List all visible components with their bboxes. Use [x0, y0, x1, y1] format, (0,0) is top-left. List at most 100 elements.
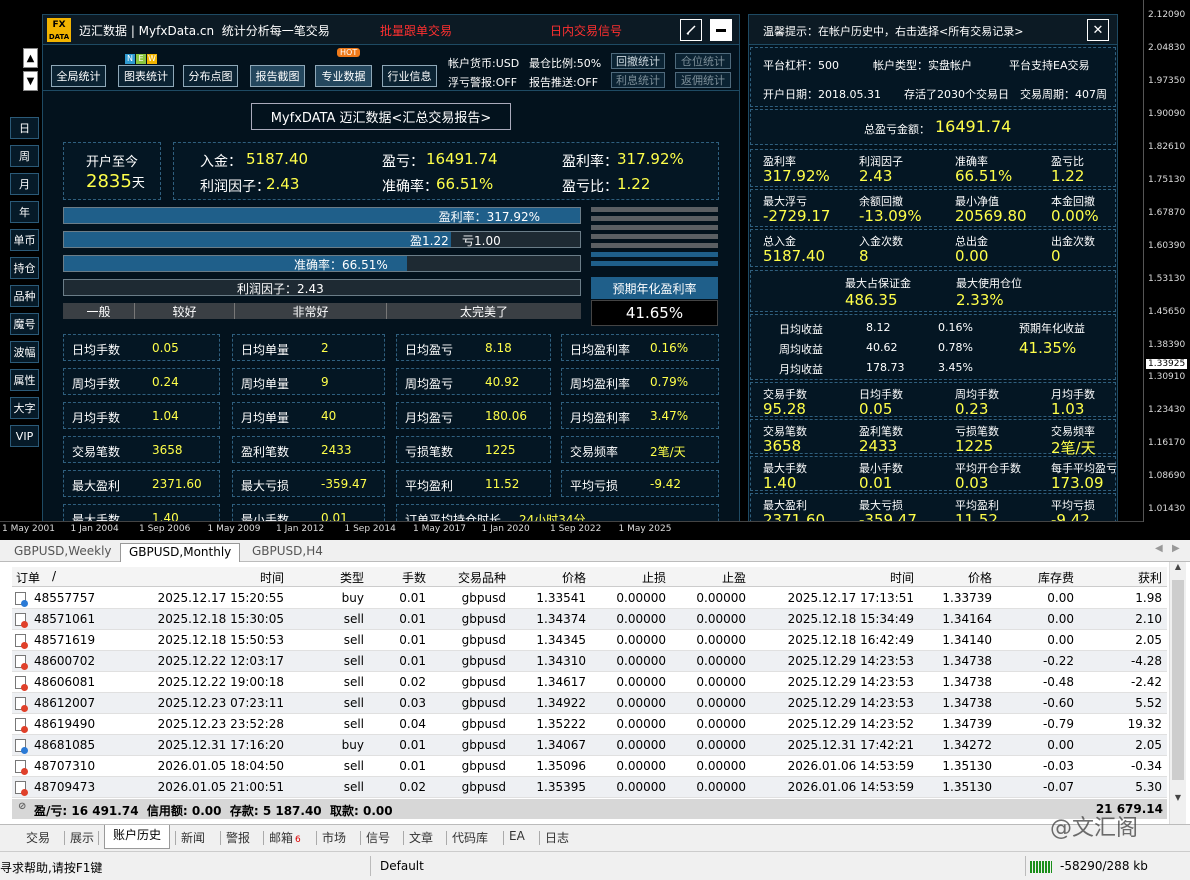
price-tick: 1.60390 [1148, 241, 1186, 251]
table-row[interactable]: 48681085 2025.12.31 17:16:20 buy 0.01 gbpusd… [12, 735, 1167, 756]
interest-stats-button[interactable]: 利息统计 [611, 72, 665, 88]
stat-cell: 最大亏损 -359.47 [232, 470, 385, 497]
chart-area[interactable]: ▲ ▼ 日周月年单币 持仓 品种 魔号 波幅 属性 大字 VIP FX DATA 迈汇数据 |… [0, 0, 1190, 540]
order-icon [15, 739, 28, 754]
terminal-tab[interactable]: EA [509, 829, 525, 843]
table-row[interactable]: 48707310 2026.01.05 18:04:50 sell 0.01 gbpus… [12, 756, 1167, 777]
column-header[interactable]: 交易品种 [430, 569, 506, 586]
tab-gbpusd-h4[interactable]: GBPUSD,H4 [244, 543, 331, 562]
rr-value: 1.22 [617, 175, 651, 193]
table-cell: buy [341, 738, 364, 752]
column-header[interactable]: 手数 [368, 569, 426, 586]
table-row[interactable]: 48571619 2025.12.18 15:50:53 sell 0.01 gbpus… [12, 630, 1167, 651]
column-header[interactable]: 类型 [292, 569, 364, 586]
table-cell: 0.00 [1047, 738, 1074, 752]
column-header[interactable]: 止损 [590, 569, 666, 586]
accuracy-bar: 准确率：66.51% [63, 255, 581, 272]
order-icon [15, 718, 28, 733]
side-button-1[interactable]: 周 [10, 145, 39, 167]
terminal-tab[interactable]: 代码库 [452, 829, 488, 846]
side-button-11[interactable]: VIP [10, 425, 39, 447]
pf-bar-text: 利润因子：2.43 [237, 282, 324, 296]
table-row[interactable]: 48600702 2025.12.22 12:03:17 sell 0.01 gbpus… [12, 651, 1167, 672]
terminal-tab[interactable]: 新闻 [181, 829, 205, 846]
max-position-ratio: 最仓比例:50% [529, 57, 602, 70]
side-button-9[interactable]: 属性 [10, 369, 39, 391]
column-header[interactable]: 时间 [752, 569, 914, 586]
nav-down-button[interactable]: ▼ [23, 71, 38, 91]
side-button-8[interactable]: 波幅 [10, 341, 39, 363]
intraday-signal-link[interactable]: 日内交易信号 [550, 22, 622, 39]
side-button-6[interactable]: 品种 [10, 285, 39, 307]
column-header[interactable]: / [52, 569, 72, 583]
hot-badge: HOT [337, 48, 361, 57]
terminal-tab[interactable]: 文章 [409, 829, 433, 846]
terminal-tab[interactable]: 信号 [366, 829, 390, 846]
table-scrollbar[interactable]: ▲ ▼ [1169, 562, 1186, 824]
tab-scroll-right-icon[interactable]: ▶ [1172, 543, 1180, 554]
tool-global-stats[interactable]: 全局统计 [51, 65, 106, 87]
column-header[interactable]: 价格 [918, 569, 992, 586]
batch-copy-link[interactable]: 批量跟单交易 [380, 22, 452, 39]
terminal-tab[interactable]: 市场 [322, 829, 346, 846]
terminal-tab[interactable]: 日志 [545, 829, 569, 846]
stat-label: 日均单量 [241, 343, 290, 357]
tool-chart-stats[interactable]: 图表统计 [118, 65, 174, 87]
metric-value: 3658 [763, 437, 802, 455]
column-header[interactable]: 订单 [16, 569, 86, 586]
tab-scroll-left-icon[interactable]: ◀ [1155, 543, 1163, 554]
minimize-button[interactable] [710, 19, 732, 41]
tool-report-screenshot[interactable]: 报告截图 [250, 65, 305, 87]
side-button-5[interactable]: 持仓 [10, 257, 39, 279]
nav-up-button[interactable]: ▲ [23, 48, 38, 68]
column-header[interactable]: 获利 [1078, 569, 1162, 586]
scroll-up-icon[interactable]: ▲ [1170, 562, 1186, 578]
table-row[interactable]: 48619490 2025.12.23 23:52:28 sell 0.04 gbpus… [12, 714, 1167, 735]
avg-box: 日均收益 8.12 0.16% 周均收益 40.62 0.78% 月均收益 178.73 3.4… [750, 314, 1116, 380]
close-button[interactable]: ✕ [1087, 19, 1109, 41]
drawdown-stats-button[interactable]: 回撤统计 [611, 53, 665, 69]
column-header[interactable]: 价格 [510, 569, 586, 586]
tab-gbpusd-weekly[interactable]: GBPUSD,Weekly [6, 543, 120, 562]
side-button-3[interactable]: 年 [10, 201, 39, 223]
position-stats-button[interactable]: 仓位统计 [675, 53, 731, 69]
stat-cell: 日均手数 0.05 [63, 334, 220, 361]
tab-gbpusd-monthly[interactable]: GBPUSD,Monthly [120, 543, 241, 562]
tool-pro-data[interactable]: 专业数据 [315, 65, 372, 87]
table-cell: buy [341, 591, 364, 605]
terminal-tab[interactable]: 账户历史 [104, 825, 171, 849]
scroll-down-icon[interactable]: ▼ [1170, 793, 1186, 802]
table-cell: 2025.12.29 14:23:52 [787, 717, 914, 731]
column-header[interactable]: 时间 [124, 569, 284, 586]
terminal-tab[interactable]: 展示 [70, 829, 94, 846]
stat-value: -9.42 [650, 477, 682, 491]
stat-cell: 周均盈利率 0.79% [561, 368, 719, 395]
table-row[interactable]: 48709473 2026.01.05 21:00:51 sell 0.02 gbpus… [12, 777, 1167, 798]
rebate-stats-button[interactable]: 返佣统计 [675, 72, 731, 88]
side-button-10[interactable]: 大字 [10, 397, 39, 419]
scroll-thumb[interactable] [1172, 580, 1184, 780]
side-button-0[interactable]: 日 [10, 117, 39, 139]
edit-button[interactable] [680, 19, 702, 41]
table-row[interactable]: 48571061 2025.12.18 15:30:05 sell 0.01 gbpus… [12, 609, 1167, 630]
tool-industry-info[interactable]: 行业信息 [382, 65, 437, 87]
table-row[interactable]: 48557757 2025.12.17 15:20:55 buy 0.01 gbpusd… [12, 588, 1167, 609]
column-header[interactable]: 库存费 [996, 569, 1074, 586]
side-button-4[interactable]: 单币 [10, 229, 39, 251]
table-cell: -0.60 [1042, 696, 1074, 710]
table-cell: 0.01 [399, 738, 426, 752]
terminal-tab[interactable]: 交易 [26, 829, 50, 846]
terminal-tab[interactable]: 警报 [226, 829, 250, 846]
terminal-tab[interactable]: 邮箱 [269, 829, 293, 846]
summary-box: 入金： 5187.40 盈亏： 16491.74 盈利率： 317.92% 利润… [173, 142, 719, 200]
table-row[interactable]: 48606081 2025.12.22 19:00:18 sell 0.02 gbpus… [12, 672, 1167, 693]
side-button-7[interactable]: 魔号 [10, 313, 39, 335]
table-cell: 2025.12.29 14:23:53 [787, 654, 914, 668]
table-cell: 0.01 [399, 759, 426, 773]
column-header[interactable]: 止盈 [670, 569, 746, 586]
side-button-2[interactable]: 月 [10, 173, 39, 195]
watermark: @文汇阁 [1050, 816, 1139, 841]
tool-distribution[interactable]: 分布点图 [183, 65, 238, 87]
metric-row: 总入金 5187.40 入金次数 8 总出金 0.00 出金次数 0 [750, 229, 1116, 267]
table-row[interactable]: 48612007 2025.12.23 07:23:11 sell 0.03 gbpus… [12, 693, 1167, 714]
